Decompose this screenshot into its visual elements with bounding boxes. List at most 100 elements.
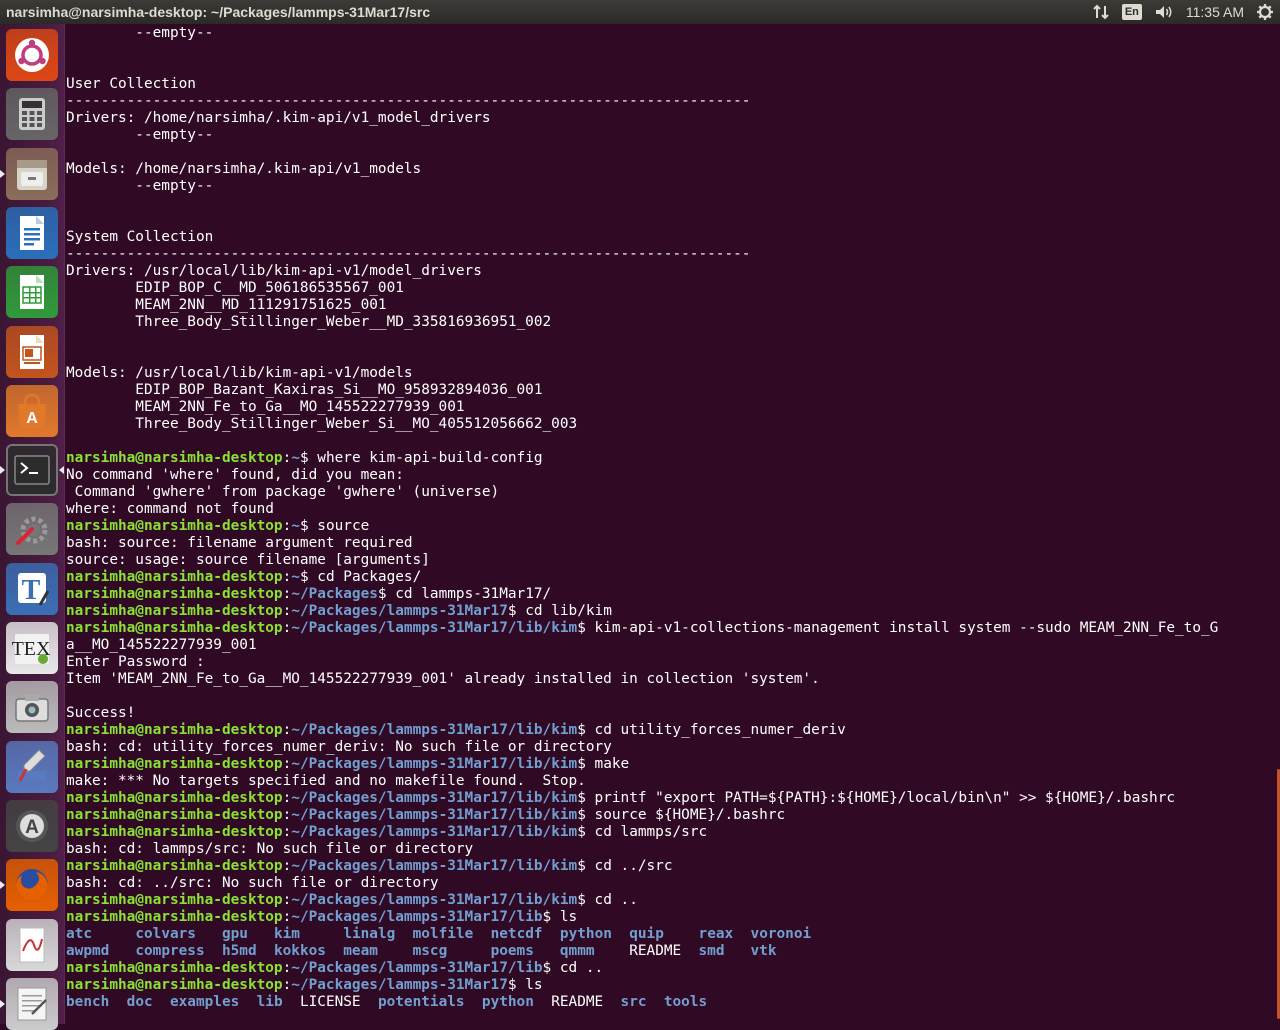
prompt-path: ~/Packages/lammps-31Mar17/lib/kim [291, 807, 578, 823]
command-text: cd utility_forces_numer_deriv [585, 722, 846, 738]
directory-entry: quip [629, 926, 664, 942]
command-text: make [585, 756, 630, 772]
prompt-symbol: $ [577, 807, 586, 823]
prompt-separator: : [282, 450, 292, 466]
terminal-output[interactable]: --empty-- User Collection ----------------… [66, 25, 1218, 1011]
terminal-window[interactable]: --empty-- User Collection ----------------… [66, 24, 1280, 1024]
text-editor-icon[interactable] [6, 977, 58, 1030]
pdf-viewer-icon[interactable] [6, 918, 58, 971]
libreoffice-calc-icon[interactable] [6, 266, 58, 319]
directory-entry: meam [343, 943, 378, 959]
system-settings-icon[interactable] [6, 503, 58, 556]
texmaker-icon[interactable]: T [6, 562, 58, 615]
output-line: Enter Password : [66, 654, 205, 670]
prompt-separator: : [282, 892, 292, 908]
screenshot-icon[interactable] [6, 681, 58, 734]
terminal-icon[interactable] [6, 444, 58, 497]
output-line: EDIP_BOP_Bazant_Kaxiras_Si__MO_958932894… [66, 382, 543, 398]
calculator-icon[interactable] [6, 88, 58, 141]
output-line: where: command not found [66, 501, 274, 517]
output-line: Models: /home/narsimha/.kim-api/v1_model… [66, 161, 422, 177]
prompt-symbol: $ [299, 569, 309, 585]
prompt-line: narsimha@narsimha-desktop:~/Packages/lam… [66, 960, 1218, 977]
output-line: Success! [66, 705, 136, 721]
prompt-user: narsimha@narsimha-desktop [66, 620, 283, 636]
prompt-separator: : [282, 790, 292, 806]
output-line: User Collection [66, 76, 196, 92]
prompt-separator: : [282, 909, 292, 925]
prompt-path: ~/Packages/lammps-31Mar17/lib/kim [291, 790, 578, 806]
command-text: source [308, 518, 370, 534]
libreoffice-writer-icon[interactable] [6, 206, 58, 259]
command-text: cd .. [551, 960, 604, 976]
directory-entry: python [559, 926, 612, 942]
directory-entry: h5md [221, 943, 257, 959]
network-updown-icon[interactable] [1092, 0, 1110, 24]
prompt-user: narsimha@narsimha-desktop [66, 824, 283, 840]
gear-icon[interactable] [1256, 0, 1274, 24]
ls-output-line: atc colvars gpu kim linalg molfile netcd… [66, 926, 1218, 943]
prompt-path: ~/Packages/lammps-31Mar17/lib/kim [291, 858, 578, 874]
running-indicator [0, 169, 5, 178]
prompt-path: ~/Packages/lammps-31Mar17 [291, 603, 508, 619]
directory-entry: poems [490, 943, 534, 959]
prompt-user: narsimha@narsimha-desktop [66, 892, 283, 908]
running-indicator [0, 881, 5, 890]
tex-icon[interactable]: TEX [6, 622, 58, 674]
prompt-path: ~ [291, 450, 300, 466]
prompt-separator: : [282, 807, 292, 823]
prompt-path: ~ [291, 518, 300, 534]
firefox-icon[interactable] [6, 859, 58, 912]
keyboard-layout-indicator[interactable]: En [1121, 0, 1142, 24]
prompt-user: narsimha@narsimha-desktop [66, 790, 283, 806]
software-updater-icon[interactable]: A [6, 799, 58, 852]
clock[interactable]: 11:35 AM [1186, 0, 1244, 24]
directory-entry: reax [698, 926, 734, 942]
prompt-symbol: $ [577, 722, 586, 738]
prompt-path: ~/Packages/lammps-31Mar17/lib [291, 960, 543, 976]
prompt-symbol: $ [507, 603, 517, 619]
paint-icon[interactable] [6, 740, 58, 793]
output-line: bash: cd: lammps/src: No such file or di… [66, 841, 474, 857]
speaker-icon[interactable] [1154, 0, 1174, 24]
ubuntu-dash-icon[interactable] [6, 29, 58, 81]
prompt-user: narsimha@narsimha-desktop [66, 977, 283, 993]
prompt-user: narsimha@narsimha-desktop [66, 807, 283, 823]
file-entry: README [629, 943, 682, 959]
output-line: Models: /usr/local/lib/kim-api-v1/models [66, 365, 413, 381]
files-icon[interactable] [6, 147, 58, 200]
prompt-separator: : [282, 518, 292, 534]
output-line: Three_Body_Stillinger_Weber__MD_33581693… [66, 314, 552, 330]
output-line: bash: cd: ../src: No such file or direct… [66, 875, 439, 891]
directory-entry: mscg [412, 943, 448, 959]
directory-entry: potentials [377, 994, 465, 1010]
ubuntu-software-icon[interactable]: A [6, 384, 58, 437]
directory-entry: compress [135, 943, 205, 959]
prompt-line: narsimha@narsimha-desktop:~$ cd Packages… [66, 569, 1218, 586]
svg-text:T: T [22, 575, 41, 606]
command-text: ls [516, 977, 543, 993]
prompt-separator: : [282, 858, 292, 874]
prompt-line: narsimha@narsimha-desktop:~/Packages/lam… [66, 824, 1218, 841]
command-text: cd lammps-31Mar17/ [386, 586, 552, 602]
prompt-user: narsimha@narsimha-desktop [66, 756, 283, 772]
top-panel: narsimha@narsimha-desktop: ~/Packages/la… [0, 0, 1280, 24]
prompt-line: narsimha@narsimha-desktop:~/Packages/lam… [66, 977, 1218, 994]
libreoffice-impress-icon[interactable] [6, 325, 58, 378]
command-text: kim-api-v1-collections-management instal… [585, 620, 1219, 636]
